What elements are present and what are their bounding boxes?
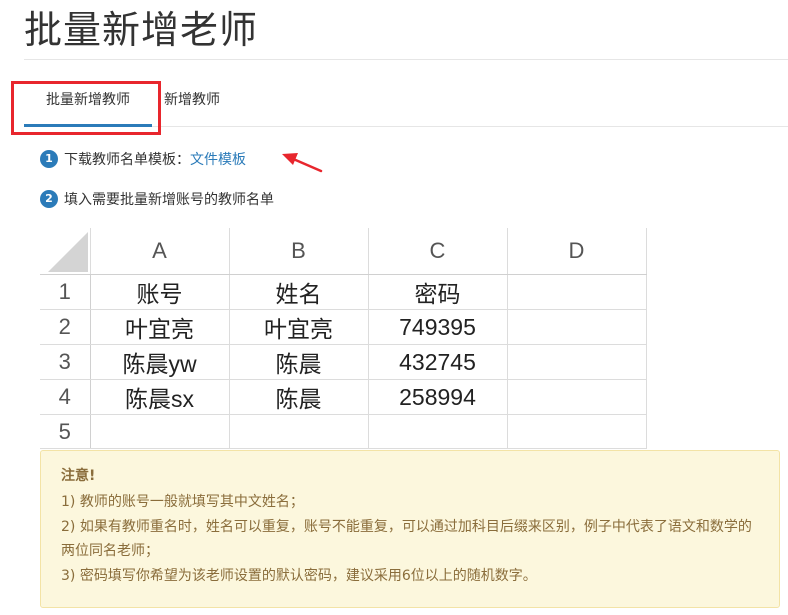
- table-cell: 密码: [368, 274, 508, 310]
- table-row: 1 账号 姓名 密码: [40, 274, 647, 310]
- active-tab-indicator: [24, 124, 152, 127]
- tab-bar: 批量新增教师 新增教师: [24, 82, 788, 127]
- notice-title: 注意!: [61, 468, 96, 484]
- column-header: A: [90, 228, 230, 275]
- step-fill-list: 2 填入需要批量新增账号的教师名单: [40, 190, 274, 210]
- table-cell: 账号: [90, 274, 230, 310]
- red-arrow-icon: [282, 153, 323, 173]
- column-header: D: [507, 228, 647, 275]
- table-cell: 258994: [368, 379, 508, 415]
- title-divider: [24, 59, 788, 60]
- table-cell: 陈晨sx: [90, 379, 230, 415]
- table-cell: [507, 379, 647, 415]
- table-row: 4 陈晨sx 陈晨 258994: [40, 379, 647, 415]
- tab-add-teacher[interactable]: 新增教师: [164, 82, 220, 126]
- tab-batch-add-teachers[interactable]: 批量新增教师: [24, 82, 152, 127]
- notice-panel: 注意! 1) 教师的账号一般就填写其中文姓名； 2) 如果有教师重名时，姓名可以…: [40, 450, 780, 608]
- row-number: 1: [40, 274, 91, 310]
- table-cell: 陈晨: [229, 344, 369, 380]
- page: 批量新增老师 批量新增教师 新增教师 1 下载教师名单模板：文件模板 2 填入需要批…: [0, 0, 788, 615]
- step-text: 下载教师名单模板：: [64, 152, 190, 168]
- table-cell: 姓名: [229, 274, 369, 310]
- template-file-link[interactable]: 文件模板: [190, 152, 246, 168]
- notice-item: 3) 密码填写你希望为该老师设置的默认密码，建议采用6位以上的随机数字。: [61, 568, 537, 584]
- row-number: 5: [40, 414, 91, 449]
- table-cell: [507, 344, 647, 380]
- row-number: 3: [40, 344, 91, 380]
- step-number-badge: 1: [40, 150, 58, 168]
- notice-item: 1) 教师的账号一般就填写其中文姓名；: [61, 494, 304, 510]
- table-cell: 陈晨yw: [90, 344, 230, 380]
- table-cell: 叶宜亮: [229, 309, 369, 345]
- column-header: C: [368, 228, 508, 275]
- step-number-badge: 2: [40, 190, 58, 208]
- tab-label: 批量新增教师: [46, 92, 130, 108]
- row-number: 4: [40, 379, 91, 415]
- step-download-template: 1 下载教师名单模板：文件模板: [40, 150, 246, 170]
- column-header-row: A B C D: [40, 228, 647, 275]
- table-cell: 749395: [368, 309, 508, 345]
- step-text: 填入需要批量新增账号的教师名单: [64, 192, 274, 208]
- table-cell: [507, 414, 647, 449]
- table-cell: 432745: [368, 344, 508, 380]
- page-title: 批量新增老师: [24, 8, 259, 52]
- table-cell: [368, 414, 508, 449]
- table-cell: [507, 274, 647, 310]
- example-spreadsheet: A B C D 1 账号 姓名 密码 2 叶宜亮 叶宜亮 749395 3 陈晨…: [40, 228, 647, 449]
- table-cell: 陈晨: [229, 379, 369, 415]
- table-row: 3 陈晨yw 陈晨 432745: [40, 344, 647, 380]
- select-all-corner: [40, 228, 91, 275]
- table-row: 2 叶宜亮 叶宜亮 749395: [40, 309, 647, 345]
- table-cell: [90, 414, 230, 449]
- tab-label: 新增教师: [164, 92, 220, 108]
- notice-item: 2) 如果有教师重名时，姓名可以重复，账号不能重复，可以通过加科目后缀来区别，例…: [61, 519, 752, 559]
- table-cell: 叶宜亮: [90, 309, 230, 345]
- table-row: 5: [40, 414, 647, 449]
- table-cell: [507, 309, 647, 345]
- column-header: B: [229, 228, 369, 275]
- table-cell: [229, 414, 369, 449]
- row-number: 2: [40, 309, 91, 345]
